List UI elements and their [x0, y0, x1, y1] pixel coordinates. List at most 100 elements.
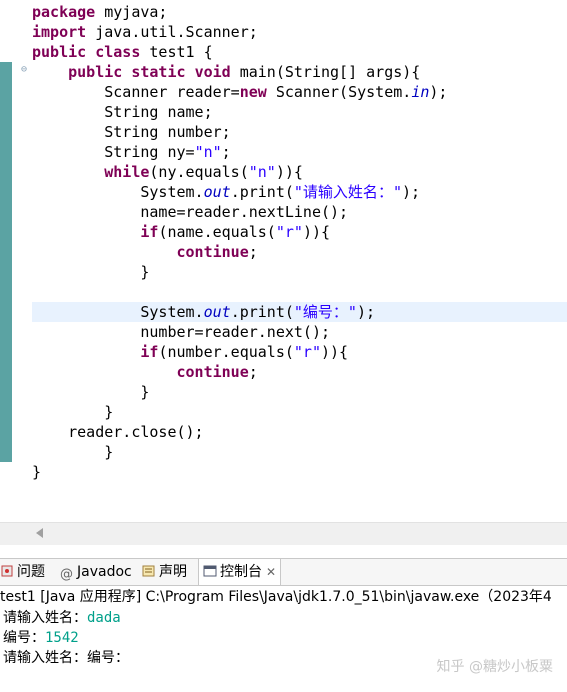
code-token: (number.equals( — [158, 343, 294, 361]
code-token: void — [194, 63, 231, 81]
tab-javadoc[interactable]: @ Javadoc — [60, 559, 132, 585]
code-line[interactable]: } — [32, 462, 41, 482]
close-icon[interactable]: ✕ — [266, 565, 276, 579]
code-token: } — [32, 403, 114, 421]
code-line[interactable]: String name; — [32, 102, 213, 122]
code-editor[interactable]: ⊖ package myjava; import java.util.Scanne… — [0, 0, 567, 522]
code-token: test1 { — [140, 43, 213, 61]
code-token: static — [131, 63, 186, 81]
code-token: while — [104, 163, 150, 181]
code-line[interactable]: number=reader.next(); — [32, 322, 330, 342]
code-line[interactable]: } — [32, 262, 149, 282]
code-line[interactable]: String number; — [32, 122, 231, 142]
code-line[interactable]: } — [32, 442, 113, 462]
code-token: continue — [176, 243, 249, 261]
code-token: ; — [221, 143, 231, 161]
console-user-input: dada — [87, 610, 121, 626]
code-token: if — [140, 343, 159, 361]
code-line[interactable]: if(number.equals("r")){ — [32, 342, 348, 362]
code-line[interactable]: reader.close(); — [32, 422, 203, 442]
console-prompt: 请输入姓名： — [3, 610, 87, 626]
code-token: public — [68, 63, 123, 81]
code-token: number=reader.next(); — [32, 323, 331, 341]
code-token: )){ — [321, 343, 349, 361]
code-token: String number; — [32, 123, 231, 141]
code-token: ; — [248, 363, 258, 381]
code-line[interactable]: continue; — [32, 242, 258, 262]
code-token: out — [203, 183, 231, 201]
console-output-line: 编号：1542 — [3, 628, 79, 648]
code-line[interactable]: Scanner reader=new Scanner(System.in); — [32, 82, 447, 102]
code-line[interactable]: } — [32, 402, 113, 422]
tab-label: 问题 — [17, 564, 45, 580]
console-icon — [203, 561, 217, 577]
code-token: "n" — [194, 143, 222, 161]
code-line[interactable]: System.out.print("编号："); — [32, 302, 375, 322]
code-token: } — [32, 383, 150, 401]
code-token: name=reader.nextLine(); — [32, 203, 349, 221]
code-token: "r" — [293, 343, 321, 361]
code-token: import — [32, 23, 87, 41]
problems-icon — [0, 561, 14, 577]
code-token: (ny.equals( — [149, 163, 249, 181]
tab-declaration[interactable]: 声明 — [142, 559, 187, 585]
code-token: if — [140, 223, 159, 241]
console-process-title: test1 [Java 应用程序] C:\Program Files\Java\… — [0, 586, 567, 608]
code-token: ); — [401, 183, 421, 201]
editor-left-margin — [12, 0, 32, 522]
at-icon: @ — [60, 567, 73, 582]
code-line[interactable]: System.out.print("请输入姓名："); — [32, 182, 420, 202]
code-token: main(String[] args){ — [230, 63, 421, 81]
code-line[interactable]: if(name.equals("r")){ — [32, 222, 330, 242]
code-token: in — [411, 83, 430, 101]
code-line[interactable]: public static void main(String[] args){ — [32, 62, 420, 82]
code-token: Scanner reader= — [32, 83, 240, 101]
code-token: String name; — [32, 103, 213, 121]
tab-console[interactable]: 控制台 ✕ — [198, 559, 282, 585]
code-token: continue — [176, 363, 249, 381]
code-token: "r" — [275, 223, 303, 241]
code-token: ); — [356, 303, 376, 321]
code-token: )){ — [275, 163, 303, 181]
code-token: "n" — [248, 163, 276, 181]
code-token: Scanner(System. — [266, 83, 412, 101]
code-token: public — [32, 43, 87, 61]
code-token: package — [32, 3, 96, 21]
code-line[interactable]: while(ny.equals("n")){ — [32, 162, 303, 182]
code-token: class — [95, 43, 141, 61]
code-line[interactable]: package myjava; — [32, 2, 167, 22]
console-output-line: 请输入姓名：编号： — [3, 648, 129, 668]
code-line[interactable]: public class test1 { — [32, 42, 213, 62]
code-line[interactable]: continue; — [32, 362, 258, 382]
horizontal-scrollbar[interactable] — [0, 522, 567, 545]
code-line[interactable]: name=reader.nextLine(); — [32, 202, 348, 222]
code-token: "编号：" — [293, 303, 357, 321]
code-token: } — [32, 463, 42, 481]
code-token: } — [32, 443, 114, 461]
code-token: String ny= — [32, 143, 195, 161]
code-token: ); — [429, 83, 448, 101]
tab-label: Javadoc — [77, 564, 132, 580]
code-token: .print( — [230, 303, 294, 321]
console-prompt: 编号： — [3, 630, 45, 646]
code-token: out — [203, 303, 231, 321]
code-token: "请输入姓名：" — [293, 183, 402, 201]
code-token: System. — [32, 183, 204, 201]
tab-problems[interactable]: 问题 — [0, 559, 45, 585]
view-tab-bar: 问题 @ Javadoc 声明 控制台 ✕ — [0, 558, 567, 586]
code-line[interactable]: import java.util.Scanner; — [32, 22, 258, 42]
scroll-left-arrow-icon[interactable] — [36, 528, 43, 538]
fold-toggle-icon[interactable]: ⊖ — [19, 65, 29, 75]
gutter-marker-bar — [0, 62, 12, 462]
code-line[interactable]: String ny="n"; — [32, 142, 231, 162]
code-token: )){ — [302, 223, 331, 241]
declaration-icon — [142, 561, 156, 577]
code-line[interactable]: } — [32, 382, 149, 402]
